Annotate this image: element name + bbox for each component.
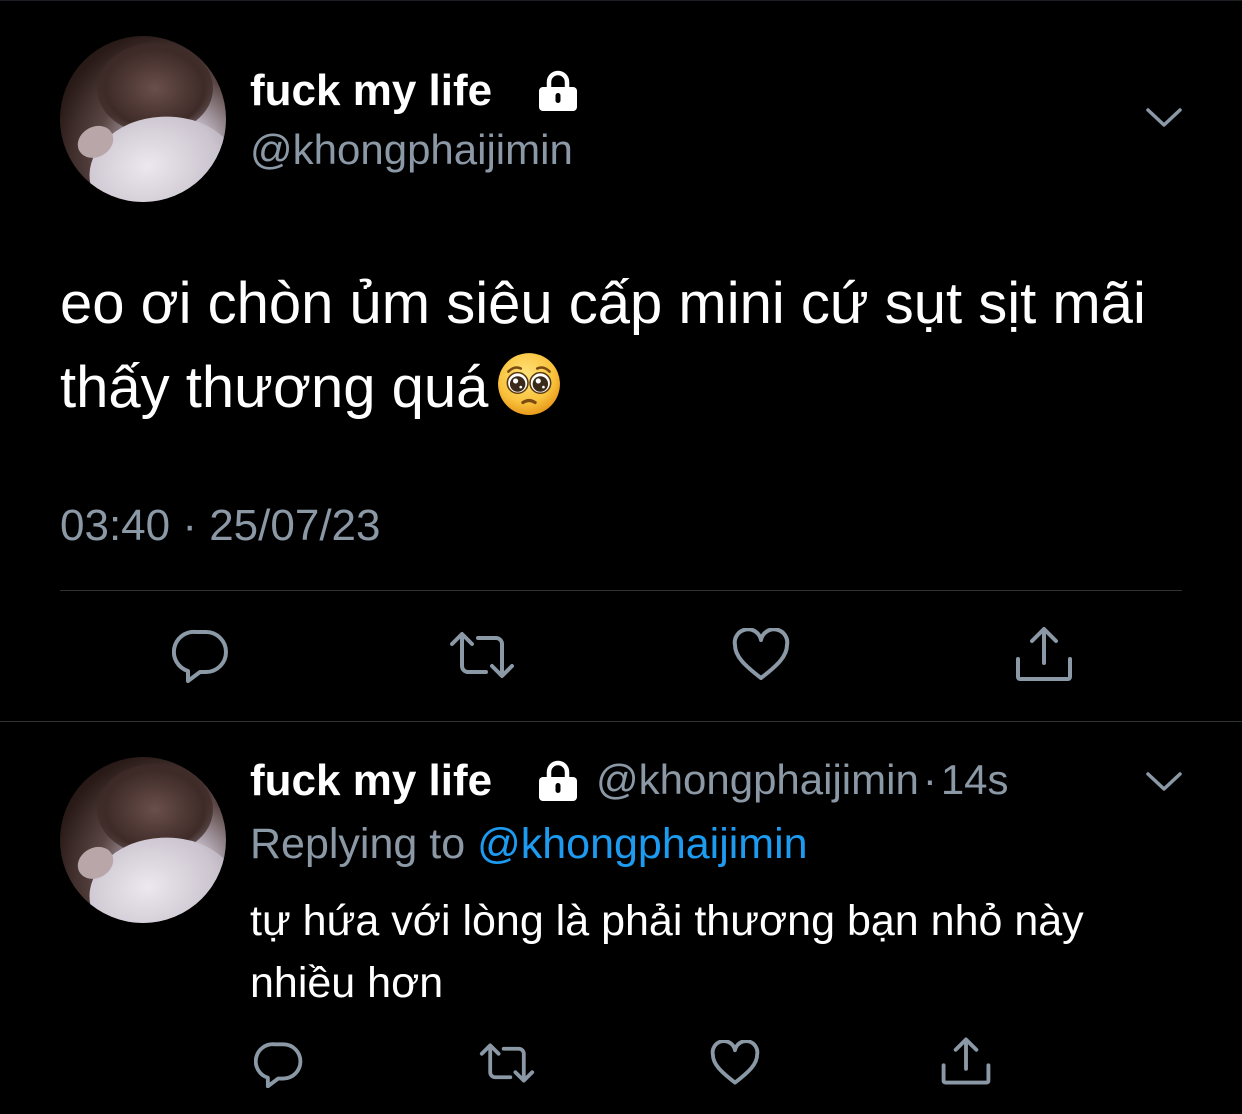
replying-to: Replying to @khongphaijimin: [250, 818, 808, 870]
mention-link[interactable]: @khongphaijimin: [477, 820, 808, 868]
divider: [0, 721, 1242, 722]
divider: [60, 590, 1182, 591]
lock-icon: [539, 760, 577, 801]
share-icon[interactable]: [940, 1036, 992, 1086]
avatar[interactable]: [60, 757, 226, 923]
handle-text[interactable]: @khongphaijimin: [596, 756, 919, 803]
chevron-down-icon[interactable]: [1144, 106, 1184, 130]
replying-prefix: Replying to: [250, 820, 466, 868]
pleading-face-emoji-icon: [498, 353, 561, 415]
handle[interactable]: @khongphaijimin·14s: [596, 756, 1009, 804]
share-icon[interactable]: [1014, 625, 1074, 683]
tweet-age: 14s: [940, 756, 1009, 803]
reply-text: tự hứa với lòng là phải thương bạn nhỏ n…: [250, 897, 1084, 1007]
like-icon[interactable]: [732, 628, 790, 682]
retweet-icon[interactable]: [448, 630, 516, 680]
reply-icon[interactable]: [172, 627, 230, 683]
timestamp[interactable]: 03:40 · 25/07/23: [60, 498, 380, 554]
reply-icon[interactable]: [254, 1040, 304, 1088]
top-border: [0, 0, 1242, 1]
tweet-body: eo ơi chòn ủm siêu cấp mini cứ sụt sịt m…: [60, 271, 1146, 420]
chevron-down-icon[interactable]: [1144, 770, 1184, 794]
retweet-icon[interactable]: [478, 1042, 536, 1084]
avatar[interactable]: [60, 36, 226, 202]
lock-icon: [539, 70, 577, 111]
separator: ·: [922, 756, 937, 803]
handle[interactable]: @khongphaijimin: [250, 126, 573, 174]
tweet-text: eo ơi chòn ủm siêu cấp mini cứ sụt sịt m…: [60, 262, 1190, 430]
like-icon[interactable]: [710, 1040, 760, 1086]
display-name[interactable]: fuck my life: [250, 66, 492, 116]
display-name[interactable]: fuck my life: [250, 756, 492, 806]
